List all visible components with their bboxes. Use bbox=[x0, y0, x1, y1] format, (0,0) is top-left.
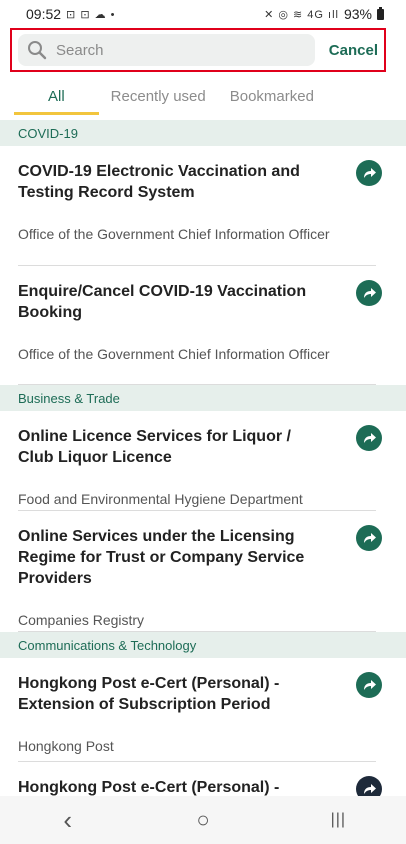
tab-bookmarked[interactable]: Bookmarked bbox=[218, 82, 326, 115]
section-header-business-trade: Business & Trade bbox=[0, 385, 406, 411]
battery-icon bbox=[377, 6, 384, 20]
status-left: 09:52 ⊡ ⊡ ☁ • bbox=[26, 6, 116, 22]
cancel-button[interactable]: Cancel bbox=[329, 42, 378, 59]
search-input[interactable] bbox=[54, 40, 307, 60]
list-item-content: Online Licence Services for Liquor / Clu… bbox=[18, 411, 376, 511]
list-item[interactable]: COVID-19 Electronic Vaccination and Test… bbox=[0, 146, 406, 266]
item-title: Online Services under the Licensing Regi… bbox=[18, 528, 305, 587]
list-item-content: Hongkong Post e-Cert (Personal) - Extens… bbox=[18, 658, 376, 762]
recents-button[interactable]: ||| bbox=[308, 800, 368, 840]
search-bar: Cancel bbox=[10, 28, 386, 72]
tab-recently-used[interactable]: Recently used bbox=[99, 82, 218, 115]
system-nav-bar: ‹ ○ ||| bbox=[0, 796, 406, 844]
home-icon: ○ bbox=[196, 807, 210, 832]
item-department: Hongkong Post bbox=[18, 738, 114, 754]
search-icon bbox=[26, 39, 48, 61]
section-header-covid-19: COVID-19 bbox=[0, 120, 406, 146]
item-title: Hongkong Post e-Cert (Personal) - Extens… bbox=[18, 675, 280, 713]
list-item-content: Hongkong Post e-Cert (Personal) - bbox=[18, 762, 376, 798]
item-title: Enquire/Cancel COVID-19 Vaccination Book… bbox=[18, 283, 307, 321]
status-time: 09:52 bbox=[26, 6, 62, 22]
list-item[interactable]: Online Licence Services for Liquor / Clu… bbox=[0, 411, 406, 511]
list-item[interactable]: Hongkong Post e-Cert (Personal) - Extens… bbox=[0, 658, 406, 762]
search-box[interactable] bbox=[18, 34, 315, 66]
item-title: Hongkong Post e-Cert (Personal) - bbox=[18, 779, 280, 796]
list-item[interactable]: Hongkong Post e-Cert (Personal) - bbox=[0, 762, 406, 802]
signal-icons: ✕ ◎ ≋ 4G ıll bbox=[264, 8, 339, 21]
battery-level: 93% bbox=[343, 6, 372, 22]
item-department: Office of the Government Chief Informati… bbox=[18, 226, 330, 242]
notification-icons: ⊡ ⊡ ☁ • bbox=[66, 8, 116, 21]
item-department: Food and Environmental Hygiene Departmen… bbox=[18, 491, 303, 507]
open-service-icon[interactable] bbox=[356, 525, 382, 551]
open-service-icon[interactable] bbox=[356, 280, 382, 306]
list-item[interactable]: Enquire/Cancel COVID-19 Vaccination Book… bbox=[0, 266, 406, 385]
item-title: Online Licence Services for Liquor / Clu… bbox=[18, 428, 291, 466]
status-right: ✕ ◎ ≋ 4G ıll 93% bbox=[264, 6, 384, 22]
service-list: COVID-19 COVID-19 Electronic Vaccination… bbox=[0, 120, 406, 802]
item-department: Office of the Government Chief Informati… bbox=[18, 346, 330, 362]
back-button[interactable]: ‹ bbox=[38, 800, 98, 840]
open-service-icon[interactable] bbox=[356, 160, 382, 186]
status-bar: 09:52 ⊡ ⊡ ☁ • ✕ ◎ ≋ 4G ıll 93% bbox=[0, 0, 406, 28]
open-service-icon[interactable] bbox=[356, 425, 382, 451]
list-item[interactable]: Online Services under the Licensing Regi… bbox=[0, 511, 406, 632]
item-title: COVID-19 Electronic Vaccination and Test… bbox=[18, 163, 300, 201]
recents-icon: ||| bbox=[330, 811, 347, 828]
tab-all[interactable]: All bbox=[14, 82, 99, 115]
back-icon: ‹ bbox=[63, 804, 72, 835]
filter-tabs: All Recently used Bookmarked bbox=[0, 82, 406, 120]
list-item-content: Online Services under the Licensing Regi… bbox=[18, 511, 376, 632]
list-item-content: Enquire/Cancel COVID-19 Vaccination Book… bbox=[18, 266, 376, 385]
open-service-icon[interactable] bbox=[356, 672, 382, 698]
list-item-content: COVID-19 Electronic Vaccination and Test… bbox=[18, 146, 376, 266]
item-department: Companies Registry bbox=[18, 612, 145, 628]
home-button[interactable]: ○ bbox=[173, 800, 233, 840]
